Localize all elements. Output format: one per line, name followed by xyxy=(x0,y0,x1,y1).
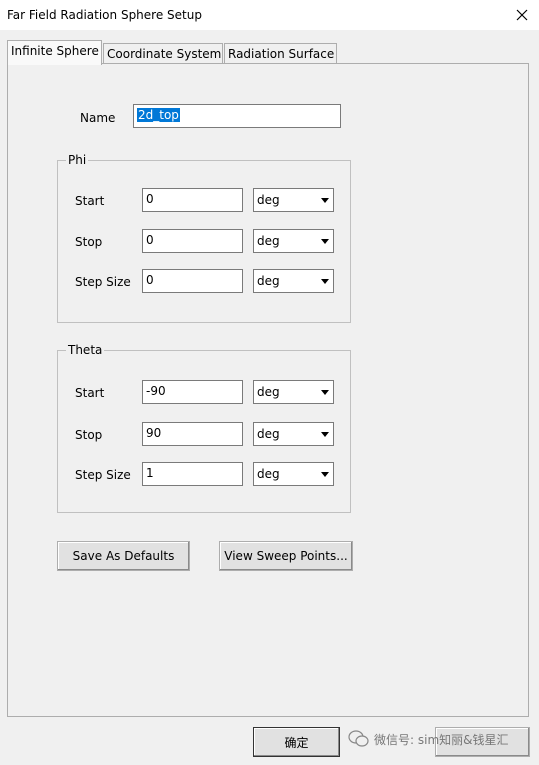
theta-start-unit-select[interactable]: deg xyxy=(253,380,334,404)
watermark: 微信号: sim知丽&钱星汇 xyxy=(348,730,509,748)
name-input-value: 2d_top xyxy=(137,108,180,122)
chevron-down-icon xyxy=(317,464,332,484)
phi-stop-value: 0 xyxy=(146,233,154,247)
theta-group: Theta Start -90 deg Stop 90 deg Step Siz… xyxy=(57,343,351,513)
tab-coordinate-system[interactable]: Coordinate System xyxy=(103,43,223,64)
phi-stop-unit: deg xyxy=(257,234,280,248)
phi-start-label: Start xyxy=(75,194,105,208)
theta-stop-value: 90 xyxy=(146,426,162,440)
theta-start-label: Start xyxy=(75,386,105,400)
ok-button[interactable]: 确定 xyxy=(253,727,340,757)
chevron-down-icon xyxy=(317,231,332,251)
window-title: Far Field Radiation Sphere Setup xyxy=(7,8,202,22)
theta-stop-input[interactable]: 90 xyxy=(142,422,243,446)
phi-step-unit-select[interactable]: deg xyxy=(253,269,334,293)
chevron-down-icon xyxy=(317,424,332,444)
phi-group-title: Phi xyxy=(66,153,89,167)
theta-step-value: 1 xyxy=(146,466,154,480)
theta-start-unit: deg xyxy=(257,385,280,399)
phi-stop-unit-select[interactable]: deg xyxy=(253,229,334,253)
theta-group-title: Theta xyxy=(66,343,105,357)
phi-step-input[interactable]: 0 xyxy=(142,269,243,293)
chevron-down-icon xyxy=(317,271,332,291)
theta-start-value: -90 xyxy=(146,384,166,398)
close-icon xyxy=(516,9,528,21)
chevron-down-icon xyxy=(317,190,332,210)
chevron-down-icon xyxy=(317,382,332,402)
view-sweep-points-button[interactable]: View Sweep Points... xyxy=(219,541,353,571)
tab-panel-infinite-sphere: Name 2d_top Phi Start 0 deg Stop 0 deg S… xyxy=(7,63,529,717)
phi-step-value: 0 xyxy=(146,273,154,287)
theta-stop-unit: deg xyxy=(257,427,280,441)
phi-step-unit: deg xyxy=(257,274,280,288)
theta-step-unit-select[interactable]: deg xyxy=(253,462,334,486)
phi-group: Phi Start 0 deg Stop 0 deg Step Size 0 d… xyxy=(57,153,351,323)
phi-start-value: 0 xyxy=(146,192,154,206)
phi-step-label: Step Size xyxy=(75,275,131,289)
phi-start-unit-select[interactable]: deg xyxy=(253,188,334,212)
wechat-icon xyxy=(348,730,369,747)
theta-start-input[interactable]: -90 xyxy=(142,380,243,404)
phi-start-unit: deg xyxy=(257,193,280,207)
theta-step-input[interactable]: 1 xyxy=(142,462,243,486)
save-as-defaults-button[interactable]: Save As Defaults xyxy=(57,541,190,571)
theta-stop-unit-select[interactable]: deg xyxy=(253,422,334,446)
phi-start-input[interactable]: 0 xyxy=(142,188,243,212)
phi-stop-input[interactable]: 0 xyxy=(142,229,243,253)
theta-step-unit: deg xyxy=(257,467,280,481)
name-input[interactable]: 2d_top xyxy=(133,104,341,128)
tab-radiation-surface[interactable]: Radiation Surface xyxy=(224,43,337,64)
phi-stop-label: Stop xyxy=(75,235,103,249)
close-button[interactable] xyxy=(511,4,533,26)
title-bar: Far Field Radiation Sphere Setup xyxy=(0,0,539,30)
theta-stop-label: Stop xyxy=(75,428,103,442)
theta-step-label: Step Size xyxy=(75,468,131,482)
name-label: Name xyxy=(80,111,116,125)
tab-infinite-sphere[interactable]: Infinite Sphere xyxy=(7,40,102,65)
watermark-text: 微信号: sim知丽&钱星汇 xyxy=(374,732,509,747)
